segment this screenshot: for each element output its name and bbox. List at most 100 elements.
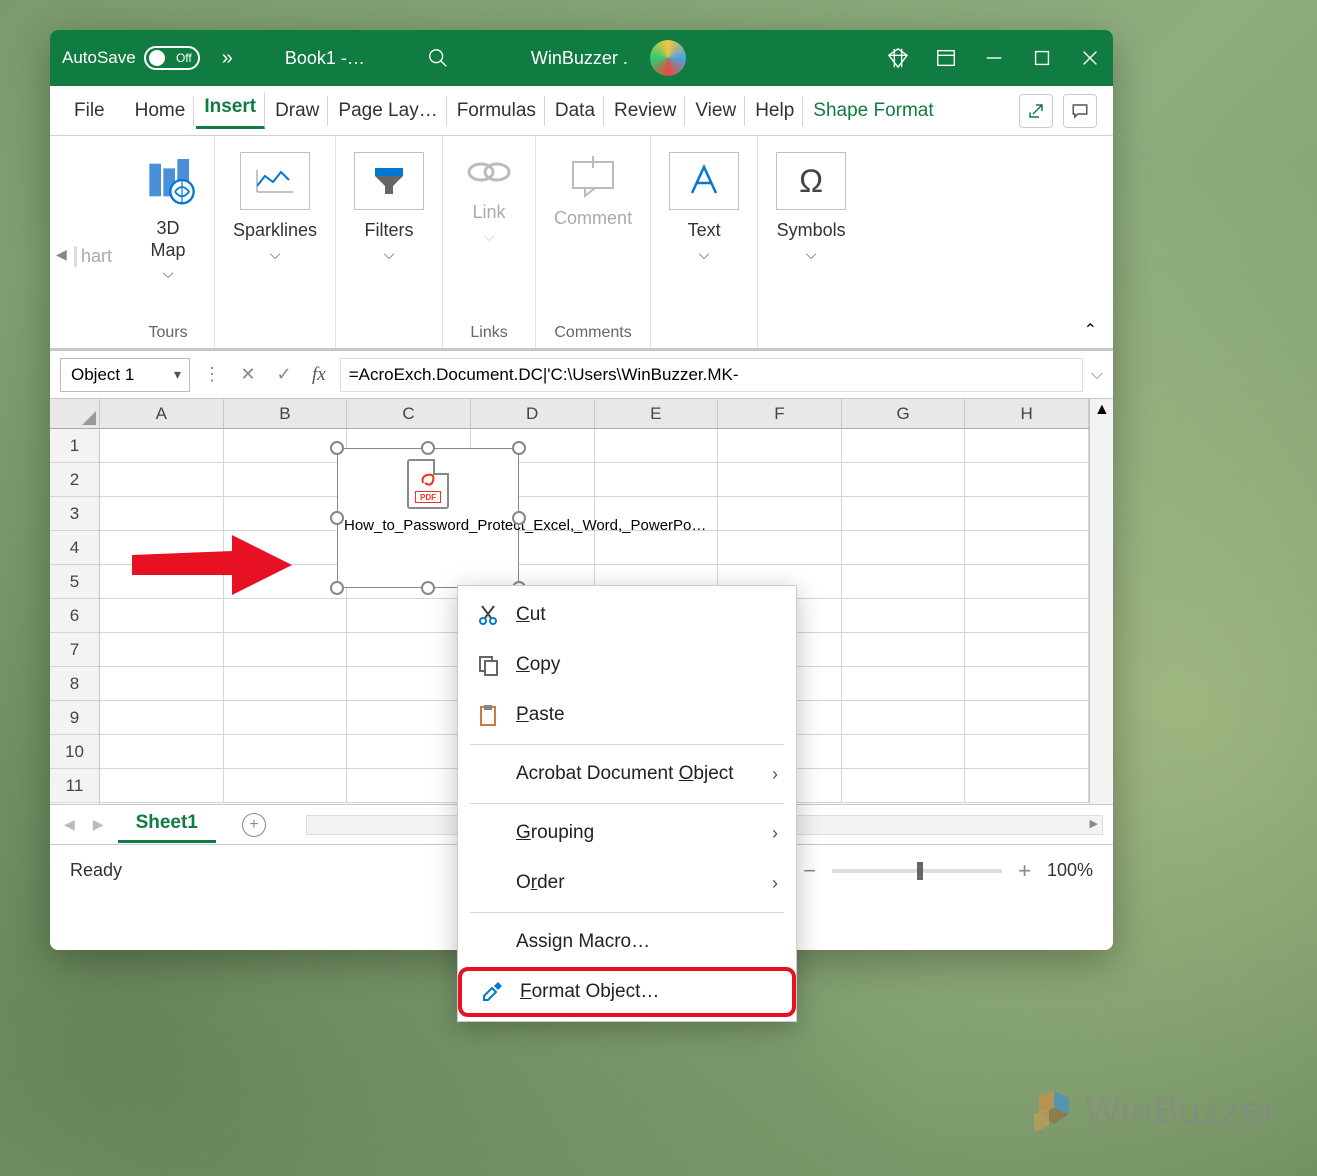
ribbon-scroll-left-icon[interactable]: ◀ xyxy=(56,246,67,263)
submenu-arrow-icon: › xyxy=(772,764,778,785)
status-ready: Ready xyxy=(70,860,122,881)
menu-copy[interactable]: CCopyopy xyxy=(458,640,796,690)
row-header[interactable]: 2 xyxy=(50,463,99,497)
select-all-corner[interactable] xyxy=(50,399,99,429)
next-sheet-icon[interactable]: ▶ xyxy=(89,816,108,833)
menu-paste[interactable]: PPasteaste xyxy=(458,690,796,740)
filters-button[interactable]: Filters ⌵ xyxy=(354,146,424,263)
text-button[interactable]: Text ⌵ xyxy=(669,146,739,263)
menu-order[interactable]: OrderOrder › xyxy=(458,858,796,908)
menu-cut[interactable]: CuCutt xyxy=(458,590,796,640)
name-box[interactable]: Object 1 ▾ xyxy=(60,358,190,392)
maximize-icon[interactable] xyxy=(1031,47,1053,69)
col-header[interactable]: C xyxy=(347,399,471,428)
autosave-switch[interactable]: Off xyxy=(144,46,200,70)
omega-icon: Ω xyxy=(799,163,823,200)
formula-input[interactable]: =AcroExch.Document.DC|'C:\Users\WinBuzze… xyxy=(340,358,1083,392)
row-header[interactable]: 7 xyxy=(50,633,99,667)
menu-pagelayout[interactable]: Page Lay… xyxy=(330,96,446,126)
menu-grouping[interactable]: GroupingGrouping › xyxy=(458,808,796,858)
row-header[interactable]: 11 xyxy=(50,769,99,803)
resize-handle[interactable] xyxy=(330,581,344,595)
menu-formulas[interactable]: Formulas xyxy=(449,96,545,126)
filter-icon xyxy=(369,164,409,198)
menu-home[interactable]: Home xyxy=(127,96,195,126)
search-icon[interactable] xyxy=(427,47,449,69)
cancel-icon[interactable]: ✕ xyxy=(234,361,262,389)
comments-button[interactable] xyxy=(1063,94,1097,128)
minimize-icon[interactable] xyxy=(983,47,1005,69)
menu-shapeformat[interactable]: Shape Format xyxy=(805,96,941,126)
scroll-up-icon[interactable]: ▲ xyxy=(1094,401,1110,419)
resize-handle[interactable] xyxy=(512,511,526,525)
qat-overflow-icon[interactable]: » xyxy=(222,47,233,70)
zoom-slider[interactable] xyxy=(832,869,1002,873)
titlebar: AutoSave Off » Book1 -… WinBuzzer . xyxy=(50,30,1113,86)
sparklines-button[interactable]: Sparklines ⌵ xyxy=(233,146,317,263)
symbols-button[interactable]: Ω Symbols ⌵ xyxy=(776,146,846,263)
enter-icon[interactable]: ✓ xyxy=(270,361,298,389)
row-header[interactable]: 3 xyxy=(50,497,99,531)
prev-sheet-icon[interactable]: ◀ xyxy=(60,816,79,833)
col-header[interactable]: H xyxy=(965,399,1089,428)
col-header[interactable]: E xyxy=(595,399,719,428)
menu-format-object[interactable]: Format Object…Format Object… xyxy=(458,967,796,1017)
menu-review[interactable]: Review xyxy=(606,96,685,126)
col-header[interactable]: D xyxy=(471,399,595,428)
menu-help[interactable]: Help xyxy=(747,96,803,126)
ribbon-mode-icon[interactable] xyxy=(935,47,957,69)
close-icon[interactable] xyxy=(1079,47,1101,69)
row-header[interactable]: 1 xyxy=(50,429,99,463)
menu-data[interactable]: Data xyxy=(547,96,604,126)
menu-view[interactable]: View xyxy=(687,96,745,126)
row-header[interactable]: 9 xyxy=(50,701,99,735)
menu-draw[interactable]: Draw xyxy=(267,96,328,126)
zoom-in-icon[interactable]: + xyxy=(1018,858,1031,884)
object-caption: How_to_Password_Protect_Excel,_Word,_Pow… xyxy=(338,513,518,535)
resize-handle[interactable] xyxy=(330,441,344,455)
share-button[interactable] xyxy=(1019,94,1053,128)
zoom-out-icon[interactable]: − xyxy=(803,858,816,884)
expand-formula-icon[interactable]: ⌵ xyxy=(1091,366,1103,384)
col-header[interactable]: G xyxy=(842,399,966,428)
vertical-scrollbar[interactable]: ▲ xyxy=(1089,399,1113,804)
link-button[interactable]: Link ⌵ xyxy=(461,146,517,245)
formula-bar: Object 1 ▾ ⋮ ✕ ✓ fx =AcroExch.Document.D… xyxy=(50,351,1113,399)
resize-handle[interactable] xyxy=(421,581,435,595)
col-header[interactable]: B xyxy=(224,399,348,428)
zoom-level: 100% xyxy=(1047,860,1093,881)
sparkline-icon xyxy=(255,166,295,196)
copy-icon xyxy=(476,653,500,677)
row-header[interactable]: 6 xyxy=(50,599,99,633)
formula-options-icon[interactable]: ⋮ xyxy=(198,361,226,389)
menu-file[interactable]: File xyxy=(66,96,125,126)
chevron-down-icon: ⌵ xyxy=(806,246,817,263)
autosave-toggle[interactable]: AutoSave Off xyxy=(62,46,200,70)
resize-handle[interactable] xyxy=(421,441,435,455)
ribbon: ◀ hart 3D Map ⌵ Tours Sparklines ⌵ Filte… xyxy=(50,136,1113,351)
3d-map-button[interactable]: 3D Map ⌵ xyxy=(140,146,196,282)
resize-handle[interactable] xyxy=(330,511,344,525)
watermark: WinBuzzer xyxy=(1024,1086,1277,1136)
row-header[interactable]: 4 xyxy=(50,531,99,565)
col-header[interactable]: A xyxy=(100,399,224,428)
menu-acrobat-object[interactable]: Acrobat Document ObjectAcrobat Document … xyxy=(458,749,796,799)
menu-insert[interactable]: Insert xyxy=(196,92,265,129)
menu-assign-macro[interactable]: Assign Macro…Assign Macro… xyxy=(458,917,796,967)
col-header[interactable]: F xyxy=(718,399,842,428)
globe-icon xyxy=(140,152,196,208)
row-header[interactable]: 5 xyxy=(50,565,99,599)
fx-icon[interactable]: fx xyxy=(312,364,326,386)
sheet-tab[interactable]: Sheet1 xyxy=(118,806,216,843)
resize-handle[interactable] xyxy=(512,441,526,455)
chevron-down-icon: ▾ xyxy=(174,366,181,383)
diamond-icon[interactable] xyxy=(887,47,909,69)
comment-button[interactable]: Comment xyxy=(554,146,632,230)
row-header[interactable]: 8 xyxy=(50,667,99,701)
collapse-ribbon-icon[interactable]: ⌃ xyxy=(1084,320,1097,340)
add-sheet-button[interactable]: + xyxy=(242,813,266,837)
row-header[interactable]: 10 xyxy=(50,735,99,769)
embedded-pdf-object[interactable]: PDF How_to_Password_Protect_Excel,_Word,… xyxy=(337,448,519,588)
menu-format-object-label: Format Object…Format Object… xyxy=(520,981,659,1003)
user-avatar[interactable] xyxy=(650,40,686,76)
